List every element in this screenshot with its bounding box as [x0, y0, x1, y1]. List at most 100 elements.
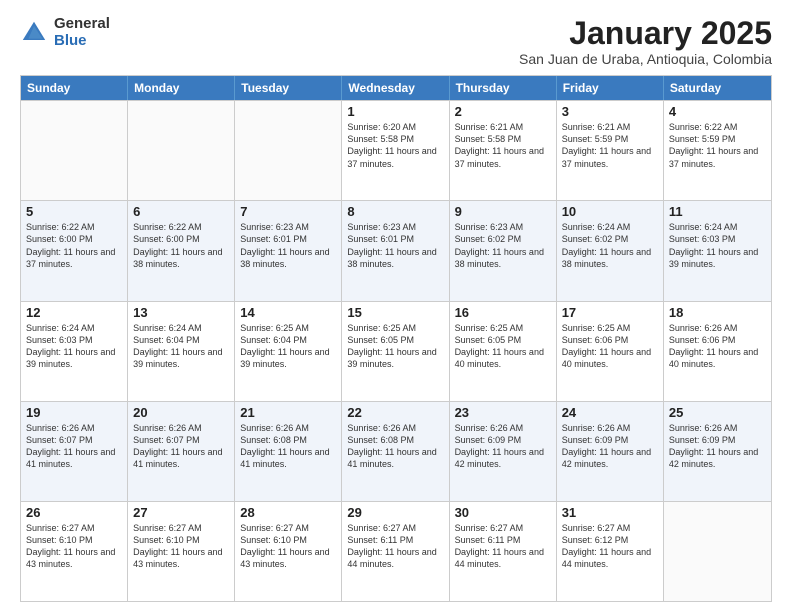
day-number: 12	[26, 305, 122, 320]
day-of-week-header: Saturday	[664, 76, 771, 100]
cell-sun-info: Sunrise: 6:25 AMSunset: 6:06 PMDaylight:…	[562, 322, 658, 371]
calendar-week-row: 12 Sunrise: 6:24 AMSunset: 6:03 PMDayligh…	[21, 301, 771, 401]
day-number: 8	[347, 204, 443, 219]
cell-sun-info: Sunrise: 6:21 AMSunset: 5:58 PMDaylight:…	[455, 121, 551, 170]
calendar-cell: 7Sunrise: 6:23 AMSunset: 6:01 PMDaylight…	[235, 201, 342, 300]
day-number: 13	[133, 305, 229, 320]
calendar-week-row: 1 Sunrise: 6:20 AMSunset: 5:58 PMDaylight…	[21, 100, 771, 200]
day-number: 25	[669, 405, 766, 420]
day-number: 9	[455, 204, 551, 219]
day-number: 2	[455, 104, 551, 119]
day-of-week-header: Thursday	[450, 76, 557, 100]
calendar-cell: 10 Sunrise: 6:24 AMSunset: 6:02 PMDayligh…	[557, 201, 664, 300]
cell-sun-info: Sunrise: 6:23 AMSunset: 6:01 PMDaylight:…	[347, 221, 443, 270]
calendar-cell: 24 Sunrise: 6:26 AMSunset: 6:09 PMDayligh…	[557, 402, 664, 501]
day-number: 26	[26, 505, 122, 520]
calendar-cell: 3 Sunrise: 6:21 AMSunset: 5:59 PMDaylight…	[557, 101, 664, 200]
location-subtitle: San Juan de Uraba, Antioquia, Colombia	[519, 51, 772, 67]
cell-sun-info: Sunrise: 6:25 AMSunset: 6:05 PMDaylight:…	[455, 322, 551, 371]
logo-icon	[20, 19, 48, 47]
day-number: 5	[26, 204, 122, 219]
cell-sun-info: Sunrise: 6:20 AMSunset: 5:58 PMDaylight:…	[347, 121, 443, 170]
cell-sun-info: Sunrise: 6:26 AMSunset: 6:09 PMDaylight:…	[562, 422, 658, 471]
day-number: 10	[562, 204, 658, 219]
day-number: 1	[347, 104, 443, 119]
day-number: 22	[347, 405, 443, 420]
day-number: 14	[240, 305, 336, 320]
logo-blue-label: Blue	[54, 33, 110, 50]
day-of-week-header: Wednesday	[342, 76, 449, 100]
calendar-cell: 2 Sunrise: 6:21 AMSunset: 5:58 PMDaylight…	[450, 101, 557, 200]
cell-sun-info: Sunrise: 6:27 AMSunset: 6:12 PMDaylight:…	[562, 522, 658, 571]
header: General Blue January 2025 San Juan de Ur…	[20, 16, 772, 67]
cell-sun-info: Sunrise: 6:27 AMSunset: 6:10 PMDaylight:…	[26, 522, 122, 571]
calendar-cell: 14Sunrise: 6:25 AMSunset: 6:04 PMDayligh…	[235, 302, 342, 401]
cell-sun-info: Sunrise: 6:26 AMSunset: 6:08 PMDaylight:…	[347, 422, 443, 471]
cell-sun-info: Sunrise: 6:25 AMSunset: 6:05 PMDaylight:…	[347, 322, 443, 371]
calendar-cell: 31Sunrise: 6:27 AMSunset: 6:12 PMDayligh…	[557, 502, 664, 601]
day-number: 15	[347, 305, 443, 320]
cell-sun-info: Sunrise: 6:21 AMSunset: 5:59 PMDaylight:…	[562, 121, 658, 170]
month-title: January 2025	[519, 16, 772, 51]
calendar-cell: 13 Sunrise: 6:24 AMSunset: 6:04 PMDayligh…	[128, 302, 235, 401]
cell-sun-info: Sunrise: 6:27 AMSunset: 6:11 PMDaylight:…	[455, 522, 551, 571]
day-number: 7	[240, 204, 336, 219]
day-number: 28	[240, 505, 336, 520]
calendar-cell: 4Sunrise: 6:22 AMSunset: 5:59 PMDaylight…	[664, 101, 771, 200]
calendar-cell: 5Sunrise: 6:22 AMSunset: 6:00 PMDaylight…	[21, 201, 128, 300]
cell-sun-info: Sunrise: 6:26 AMSunset: 6:09 PMDaylight:…	[455, 422, 551, 471]
logo: General Blue	[20, 16, 110, 49]
calendar-week-row: 19 Sunrise: 6:26 AMSunset: 6:07 PMDayligh…	[21, 401, 771, 501]
day-number: 29	[347, 505, 443, 520]
calendar-cell: 23Sunrise: 6:26 AMSunset: 6:09 PMDayligh…	[450, 402, 557, 501]
calendar: SundayMondayTuesdayWednesdayThursdayFrid…	[20, 75, 772, 602]
calendar-cell	[21, 101, 128, 200]
day-of-week-header: Friday	[557, 76, 664, 100]
page: General Blue January 2025 San Juan de Ur…	[0, 0, 792, 612]
day-number: 16	[455, 305, 551, 320]
calendar-cell: 17Sunrise: 6:25 AMSunset: 6:06 PMDayligh…	[557, 302, 664, 401]
calendar-cell: 22 Sunrise: 6:26 AMSunset: 6:08 PMDayligh…	[342, 402, 449, 501]
calendar-cell: 19Sunrise: 6:26 AMSunset: 6:07 PMDayligh…	[21, 402, 128, 501]
cell-sun-info: Sunrise: 6:26 AMSunset: 6:09 PMDaylight:…	[669, 422, 766, 471]
calendar-cell	[235, 101, 342, 200]
logo-text: General Blue	[54, 16, 110, 49]
day-number: 20	[133, 405, 229, 420]
day-of-week-header: Monday	[128, 76, 235, 100]
cell-sun-info: Sunrise: 6:24 AMSunset: 6:04 PMDaylight:…	[133, 322, 229, 371]
cell-sun-info: Sunrise: 6:24 AMSunset: 6:02 PMDaylight:…	[562, 221, 658, 270]
day-number: 19	[26, 405, 122, 420]
calendar-cell: 12 Sunrise: 6:24 AMSunset: 6:03 PMDayligh…	[21, 302, 128, 401]
calendar-cell: 11Sunrise: 6:24 AMSunset: 6:03 PMDayligh…	[664, 201, 771, 300]
logo-general-label: General	[54, 16, 110, 33]
calendar-cell: 16 Sunrise: 6:25 AMSunset: 6:05 PMDayligh…	[450, 302, 557, 401]
day-number: 6	[133, 204, 229, 219]
calendar-week-row: 5Sunrise: 6:22 AMSunset: 6:00 PMDaylight…	[21, 200, 771, 300]
calendar-cell: 25 Sunrise: 6:26 AMSunset: 6:09 PMDayligh…	[664, 402, 771, 501]
day-number: 21	[240, 405, 336, 420]
day-number: 4	[669, 104, 766, 119]
cell-sun-info: Sunrise: 6:26 AMSunset: 6:06 PMDaylight:…	[669, 322, 766, 371]
calendar-cell	[128, 101, 235, 200]
day-number: 27	[133, 505, 229, 520]
cell-sun-info: Sunrise: 6:24 AMSunset: 6:03 PMDaylight:…	[669, 221, 766, 270]
day-number: 24	[562, 405, 658, 420]
calendar-cell: 21 Sunrise: 6:26 AMSunset: 6:08 PMDayligh…	[235, 402, 342, 501]
calendar-cell: 28Sunrise: 6:27 AMSunset: 6:10 PMDayligh…	[235, 502, 342, 601]
calendar-cell: 20 Sunrise: 6:26 AMSunset: 6:07 PMDayligh…	[128, 402, 235, 501]
cell-sun-info: Sunrise: 6:26 AMSunset: 6:08 PMDaylight:…	[240, 422, 336, 471]
title-block: January 2025 San Juan de Uraba, Antioqui…	[519, 16, 772, 67]
cell-sun-info: Sunrise: 6:26 AMSunset: 6:07 PMDaylight:…	[133, 422, 229, 471]
calendar-cell: 9Sunrise: 6:23 AMSunset: 6:02 PMDaylight…	[450, 201, 557, 300]
calendar-cell	[664, 502, 771, 601]
calendar-cell: 1 Sunrise: 6:20 AMSunset: 5:58 PMDaylight…	[342, 101, 449, 200]
day-number: 3	[562, 104, 658, 119]
calendar-cell: 6Sunrise: 6:22 AMSunset: 6:00 PMDaylight…	[128, 201, 235, 300]
calendar-cell: 15 Sunrise: 6:25 AMSunset: 6:05 PMDayligh…	[342, 302, 449, 401]
calendar-cell: 27Sunrise: 6:27 AMSunset: 6:10 PMDayligh…	[128, 502, 235, 601]
calendar-cell: 8 Sunrise: 6:23 AMSunset: 6:01 PMDaylight…	[342, 201, 449, 300]
cell-sun-info: Sunrise: 6:27 AMSunset: 6:11 PMDaylight:…	[347, 522, 443, 571]
calendar-cell: 30 Sunrise: 6:27 AMSunset: 6:11 PMDayligh…	[450, 502, 557, 601]
cell-sun-info: Sunrise: 6:24 AMSunset: 6:03 PMDaylight:…	[26, 322, 122, 371]
day-number: 30	[455, 505, 551, 520]
